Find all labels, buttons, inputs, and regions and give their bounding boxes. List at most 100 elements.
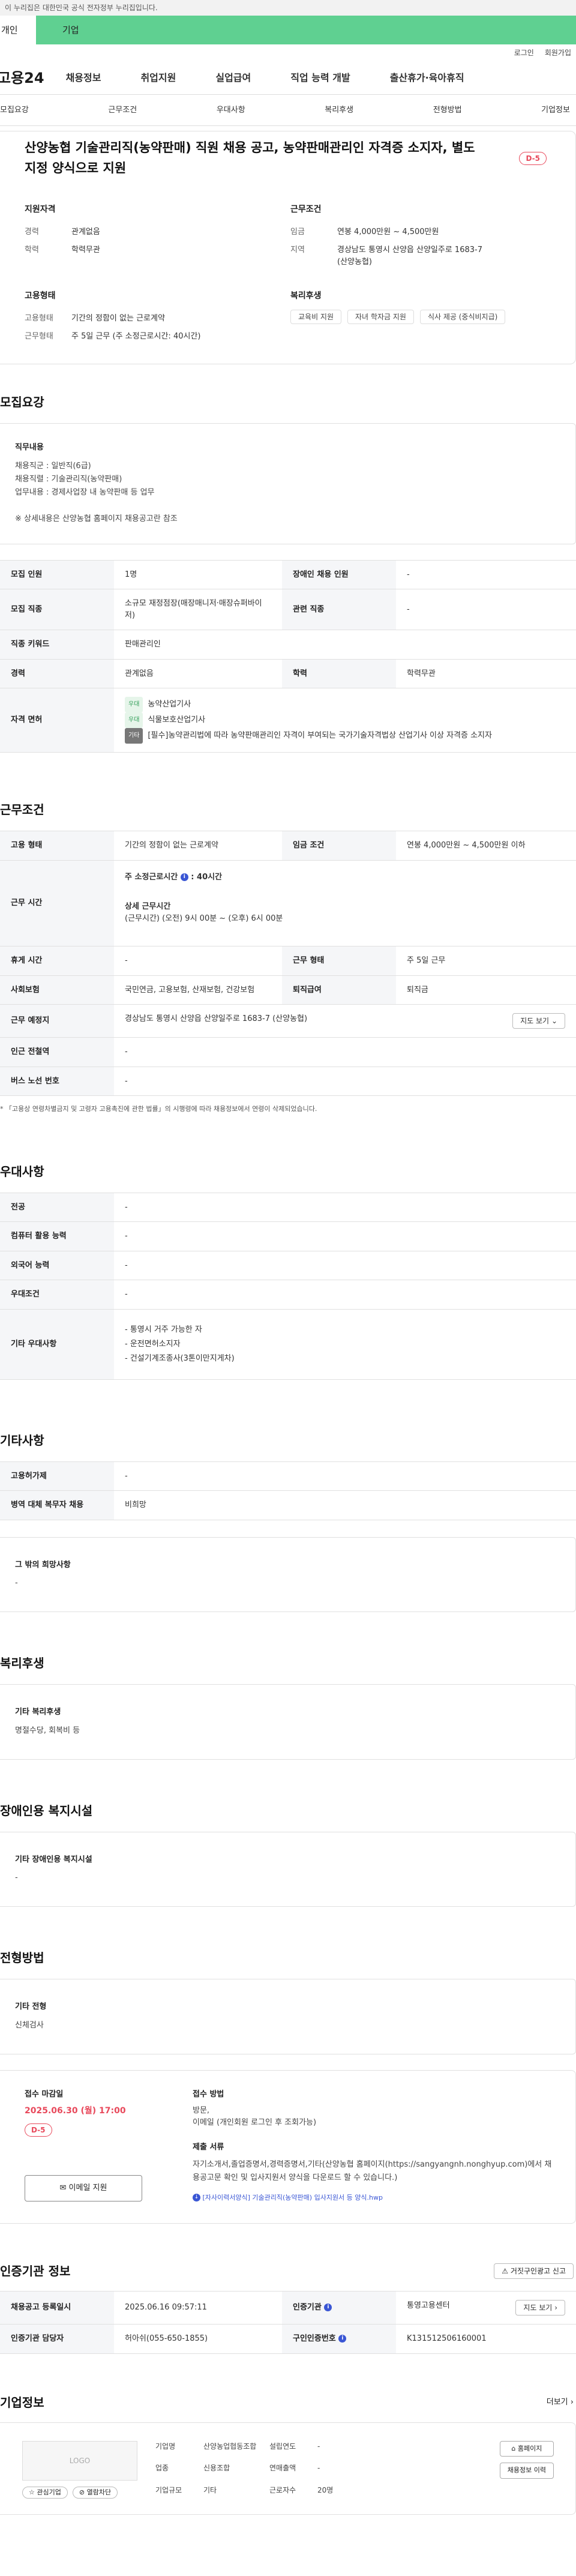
tab-work[interactable]: 근무조건	[108, 104, 137, 116]
docs-value: 자기소개서,졸업증명서,경력증명서,기타(산양농협 홈페이지(https://s…	[193, 2159, 552, 2182]
license-badge: 우대	[125, 712, 143, 728]
company-info-value: -	[317, 2442, 320, 2451]
cert-heading: 인증기관 정보	[0, 2264, 71, 2278]
join-link[interactable]: 회원가입	[545, 47, 571, 58]
gnb-item-training[interactable]: 직업 능력 개발	[290, 71, 350, 85]
table-header: 장애인 채용 인원	[282, 559, 396, 589]
duty-line: 채용직렬 : 기술관리직(농약판매)	[15, 474, 122, 484]
company-info-value: 신용조합	[203, 2464, 230, 2473]
email-apply-label: 이메일 지원	[68, 2183, 107, 2192]
table-header: 모집 직종	[0, 589, 114, 630]
map-button[interactable]: 지도 보기 ⌄	[512, 1013, 565, 1029]
gnb-item-support[interactable]: 취업지원	[140, 71, 176, 85]
welfare-heading: 복리후생	[0, 1656, 44, 1670]
company-more-label: 더보기	[546, 2397, 568, 2407]
info-icon[interactable]: i	[180, 873, 188, 881]
segment-personal[interactable]: 개인	[0, 16, 36, 44]
fav-company-button[interactable]: ☆ 관심기업	[22, 2486, 68, 2499]
homepage-button[interactable]: ⌂ 홈페이지	[499, 2440, 554, 2457]
segment-bar: 개인 기업	[0, 16, 576, 44]
section-tabs: 모집요강 근무조건 우대사항 복리후생 전형방법 기업정보	[0, 95, 576, 126]
gnb-item-jobs[interactable]: 채용정보	[66, 71, 101, 85]
login-link[interactable]: 로그인	[514, 47, 534, 58]
site-logo[interactable]: 고용24	[0, 67, 44, 89]
disabled-heading: 장애인용 복지시설	[0, 1803, 93, 1818]
welfare-title: 복리후생	[290, 291, 322, 301]
table-row: 직종 키워드 판매관리인	[0, 630, 576, 660]
info-icon[interactable]: i	[338, 2335, 347, 2343]
table-row: 근무 시간 주 소정근로시간 i : 40시간 상세 근무시간 (근무시간) (…	[0, 859, 576, 946]
table-row: 인증기관 담당자 허아쉬(055-650-1855) 구인인증번호 i K131…	[0, 2324, 576, 2354]
table-cell: 경상남도 통영시 산양읍 산양일주로 1683-7 (산양농협) 지도 보기 ⌄	[114, 1004, 576, 1038]
table-cell: -	[114, 1066, 576, 1096]
table-cell: -	[114, 1221, 576, 1251]
chevron-down-icon: ⌄	[551, 1017, 557, 1025]
table-header: 학력	[282, 658, 396, 688]
info-icon[interactable]: i	[324, 2304, 332, 2312]
work-heading: 근무조건	[0, 802, 44, 817]
block-company-button[interactable]: ⊘ 열람차단	[72, 2486, 118, 2499]
table-cell: 학력무관	[396, 658, 576, 688]
siren-icon: ⚠	[502, 2267, 509, 2275]
table-row: 모집 직종 소규모 재정점장(매장매니저·매장슈퍼바이저) 관련 직종 -	[0, 589, 576, 630]
table-header: 인근 전철역	[0, 1037, 114, 1067]
pref-line: - 통영시 거주 가능한 자	[125, 1325, 202, 1334]
recruit-table: 모집 인원 1명 장애인 채용 인원 - 모집 직종 소규모 재정점장(매장매니…	[0, 559, 576, 753]
table-header: 기타 우대사항	[0, 1308, 114, 1380]
table-row: 고용허가제 -	[0, 1461, 576, 1491]
report-button[interactable]: ⚠ 거짓구인광고 신고	[494, 2263, 574, 2279]
gnb-item-leave[interactable]: 출산휴가·육아휴직	[390, 71, 464, 85]
segment-company[interactable]: 기업	[36, 16, 576, 44]
duty-box: 직무내용 채용직군 : 일반직(6급) 채용직렬 : 기술관리직(농약판매) 업…	[0, 423, 576, 544]
download-icon: ↓	[193, 2194, 200, 2201]
license-text: 농약산업기사	[148, 700, 191, 709]
license-text: [필수]농약관리법에 따라 농약판매관리인 자격이 부여되는 국가기술자격법상 …	[148, 731, 492, 740]
table-cell: 비희망	[114, 1490, 576, 1520]
duty-line: 업무내용 : 경제사업장 내 농약판매 등 업무	[15, 487, 155, 497]
welfare-block: 복리후생 교육비 지원 자녀 학자금 지원 식사 제공 (중식비지급)	[290, 290, 556, 346]
agency-map-label: 지도 보기	[523, 2304, 553, 2312]
company-info-label: 설립연도	[269, 2442, 296, 2451]
table-cell: -	[114, 1192, 576, 1222]
method-title: 접수 방법	[193, 2089, 224, 2099]
gnb-item-benefit[interactable]: 실업급여	[215, 71, 251, 85]
doc-download-link[interactable]: ↓ [자사이력서양식] 기술관리직(농약판매) 입사지원서 등 양식.hwp	[193, 2193, 555, 2203]
table-row: 외국어 능력 -	[0, 1250, 576, 1280]
screen-heading: 전형방법	[0, 1951, 44, 1965]
agency-map-button[interactable]: 지도 보기 ›	[515, 2300, 565, 2316]
table-cell: 1명	[114, 559, 282, 589]
license-badge: 우대	[125, 697, 143, 712]
table-header: 관련 직종	[282, 589, 396, 630]
history-button[interactable]: 채용정보 이력	[499, 2463, 554, 2479]
chevron-right-icon: ›	[554, 2304, 557, 2312]
hours-week-label: 주 소정근로시간	[125, 872, 178, 882]
emptype-label: 고용형태	[25, 314, 53, 323]
email-apply-button[interactable]: ✉ 이메일 지원	[25, 2175, 142, 2201]
screen-box-title: 기타 전형	[15, 2002, 47, 2011]
career-value: 관계없음	[71, 227, 100, 236]
tab-welfare[interactable]: 복리후생	[325, 104, 353, 116]
hours-cell: 주 소정근로시간 i : 40시간 상세 근무시간 (근무시간) (오전) 9시…	[114, 859, 576, 946]
docs-title: 제출 서류	[193, 2143, 224, 2152]
table-row: 근무 예정지 경상남도 통영시 산양읍 산양일주로 1683-7 (산양농협) 지…	[0, 1004, 576, 1038]
table-cell: -	[114, 1280, 576, 1310]
table-header: 근무 형태	[282, 946, 396, 976]
tab-recruit[interactable]: 모집요강	[0, 104, 29, 116]
map-button-label: 지도 보기	[520, 1017, 550, 1025]
table-header: 모집 인원	[0, 559, 114, 589]
qual-title: 지원자격	[25, 205, 56, 214]
disabled-box-title: 기타 장애인용 복지시설	[15, 1855, 92, 1864]
block-label: 열람차단	[86, 2488, 112, 2496]
table-header: 근무 예정지	[0, 1004, 114, 1038]
utility-bar: 로그인 회원가입	[0, 44, 576, 61]
company-more-link[interactable]: 더보기 ›	[547, 2397, 574, 2409]
global-nav: 고용24 채용정보 취업지원 실업급여 직업 능력 개발 출산휴가·육아휴직	[0, 61, 576, 95]
tab-pref[interactable]: 우대사항	[217, 104, 245, 116]
tab-company[interactable]: 기업정보	[541, 104, 570, 116]
table-cell: 허아쉬(055-650-1855)	[114, 2324, 282, 2354]
gov-notice-bar: 이 누리집은 대한민국 공식 전자정부 누리집입니다.	[0, 0, 576, 16]
duty-line: ※ 상세내용은 산양농협 홈페이지 채용공고란 참조	[15, 514, 178, 523]
license-badge: 기타	[125, 728, 143, 744]
table-row: 기타 우대사항 - 통영시 거주 가능한 자 - 운전면허소지자 - 건설기계조…	[0, 1308, 576, 1380]
tab-screen[interactable]: 전형방법	[433, 104, 462, 116]
